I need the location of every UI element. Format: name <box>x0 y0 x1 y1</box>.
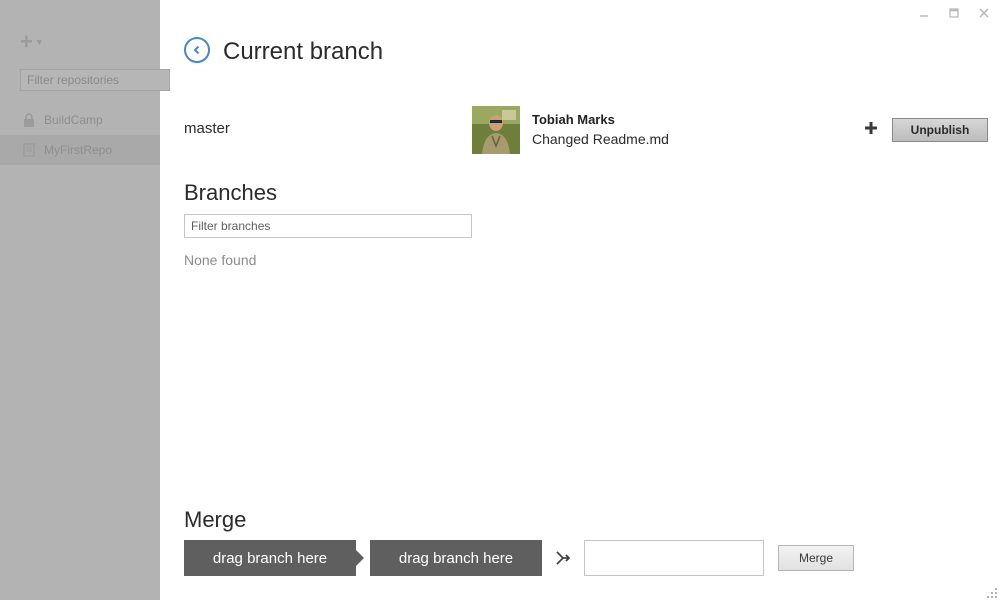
back-button[interactable] <box>184 37 210 63</box>
merge-result-field[interactable] <box>584 540 764 576</box>
merge-source-drop-zone[interactable]: drag branch here <box>184 540 364 576</box>
page-title: Current branch <box>223 38 384 65</box>
chevron-down-icon: ▼ <box>34 37 44 47</box>
lock-icon <box>22 113 36 127</box>
plus-icon: + <box>20 29 33 54</box>
repository-item-myfirstrepo[interactable]: MyFirstRepo <box>0 135 160 165</box>
add-repository-button[interactable]: + ▼ <box>20 29 50 54</box>
chevron-left-icon <box>193 45 200 55</box>
close-button[interactable] <box>974 4 994 22</box>
repository-sidebar: + ▼ Filter repositories BuildCamp MyFirs… <box>0 0 170 600</box>
merge-target-drop-zone[interactable]: drag branch here <box>370 540 542 576</box>
minimize-button[interactable] <box>914 4 934 22</box>
unpublish-button[interactable]: Unpublish <box>892 118 988 142</box>
repository-name: BuildCamp <box>44 113 103 127</box>
author-avatar <box>472 106 520 154</box>
close-icon <box>979 8 989 18</box>
merge-icon <box>555 549 571 567</box>
merge-button[interactable]: Merge <box>778 545 854 571</box>
branches-heading: Branches <box>184 180 277 205</box>
repository-item-buildcamp[interactable]: BuildCamp <box>0 105 160 135</box>
repository-name: MyFirstRepo <box>44 143 113 157</box>
plus-icon <box>865 122 877 134</box>
commit-author: Tobiah Marks <box>532 112 615 127</box>
commit-message: Changed Readme.md <box>532 131 669 147</box>
current-branch-name: master <box>184 120 230 137</box>
filter-repositories-input[interactable]: Filter repositories <box>20 69 170 91</box>
merge-heading: Merge <box>184 507 247 532</box>
maximize-button[interactable] <box>944 4 964 22</box>
add-button[interactable] <box>863 120 879 138</box>
branches-empty-message: None found <box>184 252 257 268</box>
repo-icon <box>22 143 36 157</box>
minimize-icon <box>920 15 928 17</box>
maximize-icon <box>949 8 959 18</box>
resize-grip-icon[interactable] <box>986 586 998 598</box>
filter-branches-input[interactable]: Filter branches <box>184 214 472 238</box>
